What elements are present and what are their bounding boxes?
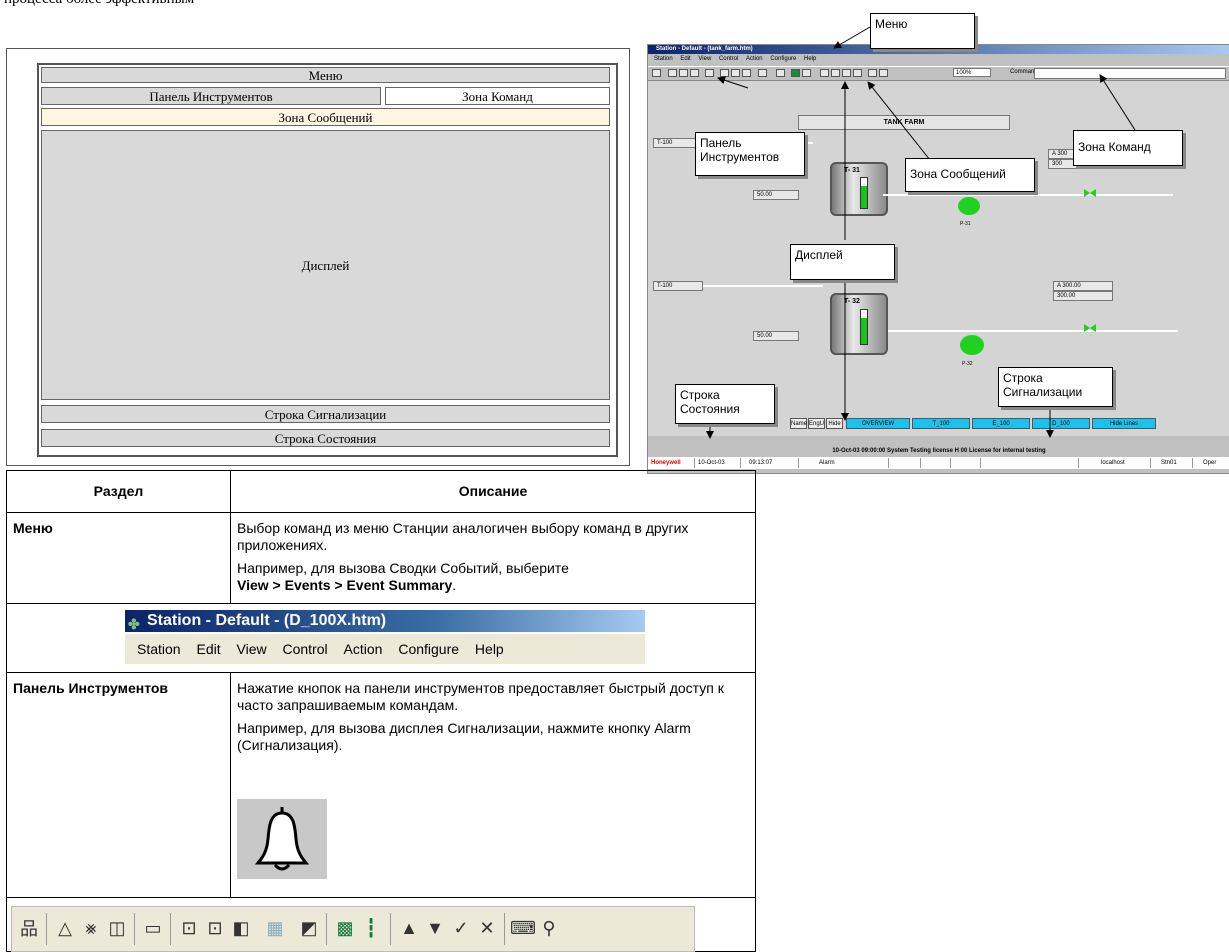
row-desc-p1: Выбор команд из меню Станции аналогичен … bbox=[237, 520, 689, 553]
alarm-bell-icon bbox=[237, 799, 327, 879]
row-description: Нажатие кнопок на панели инструментов пр… bbox=[237, 680, 749, 754]
example-menu-edit[interactable]: Edit bbox=[196, 641, 220, 657]
header-description: Описание bbox=[458, 483, 528, 499]
trend-icon[interactable]: ▦ bbox=[264, 917, 286, 939]
table-row: Меню Выбор команд из меню Станции аналог… bbox=[7, 513, 755, 604]
page-down-icon[interactable]: ⊡ bbox=[178, 917, 200, 939]
example-menu-view[interactable]: View bbox=[237, 641, 267, 657]
refresh-icon[interactable]: ◩ bbox=[298, 917, 320, 939]
schema-message-zone: Зона Сообщений bbox=[41, 108, 610, 126]
toolbar-separator bbox=[390, 913, 391, 945]
row-desc-p2-path: View > Events > Event Summary bbox=[237, 577, 453, 593]
row-name: Панель Инструментов bbox=[13, 680, 169, 696]
row-desc-p2: Например, для вызова Сводки Событий, выб… bbox=[237, 560, 749, 594]
bars-icon[interactable]: ┇ bbox=[360, 917, 382, 939]
alarm-bell-icon[interactable]: △ bbox=[54, 917, 76, 939]
schema-display: Дисплей bbox=[41, 130, 610, 400]
schema-toolbar: Панель Инструментов bbox=[41, 87, 381, 105]
toolbar-separator bbox=[326, 913, 327, 945]
row-desc-p2-end: . bbox=[452, 577, 457, 593]
schema-status-line: Строка Состояния bbox=[41, 429, 610, 447]
row-desc-p1: Нажатие кнопок на панели инструментов пр… bbox=[237, 680, 724, 713]
search-icon[interactable]: ⚲ bbox=[538, 917, 560, 939]
row-desc-p2-text: Например, для вызова Сводки Событий, выб… bbox=[237, 560, 569, 576]
row-desc-p2: Например, для вызова дисплея Сигнализаци… bbox=[237, 720, 691, 753]
menu-example-image: ✤ Station - Default - (D_100X.htm) Statio… bbox=[125, 610, 645, 668]
toolbar-separator bbox=[170, 913, 171, 945]
toolbar-separator bbox=[134, 913, 135, 945]
callout-command: Зона Команд bbox=[1073, 130, 1183, 166]
toolbar-image-row: 品 △ ⨳ ◫ ▭ ⊡ ⊡ ◧ ▦ ◩ ▩ ┇ ▲ ▼ ✓ ✕ ⌨ ⚲ bbox=[7, 898, 755, 952]
row-name-cell: Панель Инструментов bbox=[7, 673, 231, 897]
menu-image-row: ✤ Station - Default - (D_100X.htm) Statio… bbox=[7, 604, 755, 673]
layout-schematic: Меню Панель Инструментов Зона Команд Зон… bbox=[6, 48, 630, 466]
row-name-cell: Меню bbox=[7, 513, 231, 603]
chart-icon[interactable]: ▩ bbox=[334, 917, 356, 939]
example-menu-action[interactable]: Action bbox=[344, 641, 383, 657]
page-icon[interactable]: ▭ bbox=[142, 917, 164, 939]
example-menu-configure[interactable]: Configure bbox=[398, 641, 459, 657]
schema-alarm-line: Строка Сигнализации bbox=[41, 405, 610, 423]
cancel-icon[interactable]: ✕ bbox=[476, 917, 498, 939]
station-logo-icon: ✤ bbox=[128, 616, 140, 632]
callout-menu: Меню bbox=[870, 13, 975, 49]
intro-text: процесса более эффективным bbox=[4, 0, 194, 8]
example-menu-control[interactable]: Control bbox=[282, 641, 327, 657]
toolbar-separator bbox=[504, 913, 505, 945]
station-tree-icon[interactable]: 品 bbox=[18, 917, 40, 939]
raise-icon[interactable]: ▲ bbox=[398, 917, 420, 939]
table-row: Панель Инструментов Нажатие кнопок на па… bbox=[7, 673, 755, 898]
description-table: Раздел Описание Меню Выбор команд из мен… bbox=[6, 470, 756, 952]
header-section: Раздел bbox=[7, 471, 231, 512]
example-menu-help[interactable]: Help bbox=[475, 641, 504, 657]
silence-bell-icon[interactable]: ⨳ bbox=[80, 917, 102, 939]
page-up-icon[interactable]: ⊡ bbox=[204, 917, 226, 939]
table-header-row: Раздел Описание bbox=[7, 471, 755, 513]
book-icon[interactable]: ◫ bbox=[106, 917, 128, 939]
toolbar-example-image: 品 △ ⨳ ◫ ▭ ⊡ ⊡ ◧ ▦ ◩ ▩ ┇ ▲ ▼ ✓ ✕ ⌨ ⚲ bbox=[11, 906, 695, 952]
callout-alarm: Строка Сигнализации bbox=[998, 367, 1113, 407]
alarm-button-image bbox=[237, 799, 327, 879]
callout-message: Зона Сообщений bbox=[905, 158, 1035, 192]
lower-icon[interactable]: ▼ bbox=[424, 917, 446, 939]
toolbar-separator bbox=[46, 913, 47, 945]
schema-command-zone: Зона Команд bbox=[385, 87, 610, 105]
menu-example-title: ✤ Station - Default - (D_100X.htm) bbox=[125, 610, 645, 632]
row-name: Меню bbox=[13, 520, 53, 536]
callout-status: Строка Состояния bbox=[675, 384, 775, 424]
callout-display: Дисплей bbox=[790, 244, 895, 280]
menu-example-bar: Station Edit View Control Action Configu… bbox=[125, 634, 645, 664]
example-menu-station[interactable]: Station bbox=[137, 641, 181, 657]
keyboard-icon[interactable]: ⌨ bbox=[510, 917, 536, 939]
schema-menu: Меню bbox=[41, 67, 610, 83]
menu-example-title-text: Station - Default - (D_100X.htm) bbox=[147, 612, 387, 629]
check-icon[interactable]: ✓ bbox=[450, 917, 472, 939]
detail-icon[interactable]: ◧ bbox=[230, 917, 252, 939]
row-description: Выбор команд из меню Станции аналогичен … bbox=[237, 520, 749, 594]
callout-toolbar: Панель Инструментов bbox=[695, 132, 805, 176]
schematic-frame: Меню Панель Инструментов Зона Команд Зон… bbox=[37, 63, 618, 457]
